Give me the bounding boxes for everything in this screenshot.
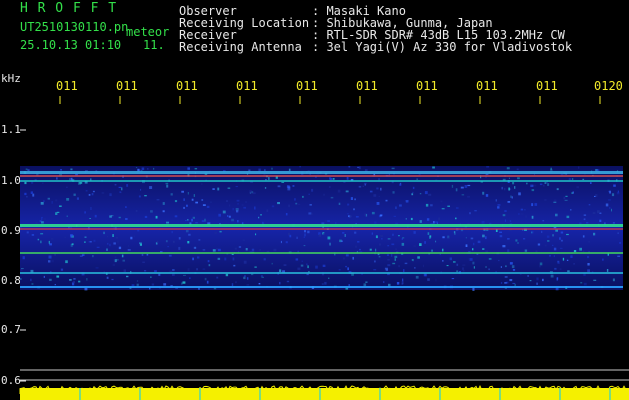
spectrogram-canvas [19, 96, 629, 400]
x-axis-ticks [59, 96, 601, 104]
